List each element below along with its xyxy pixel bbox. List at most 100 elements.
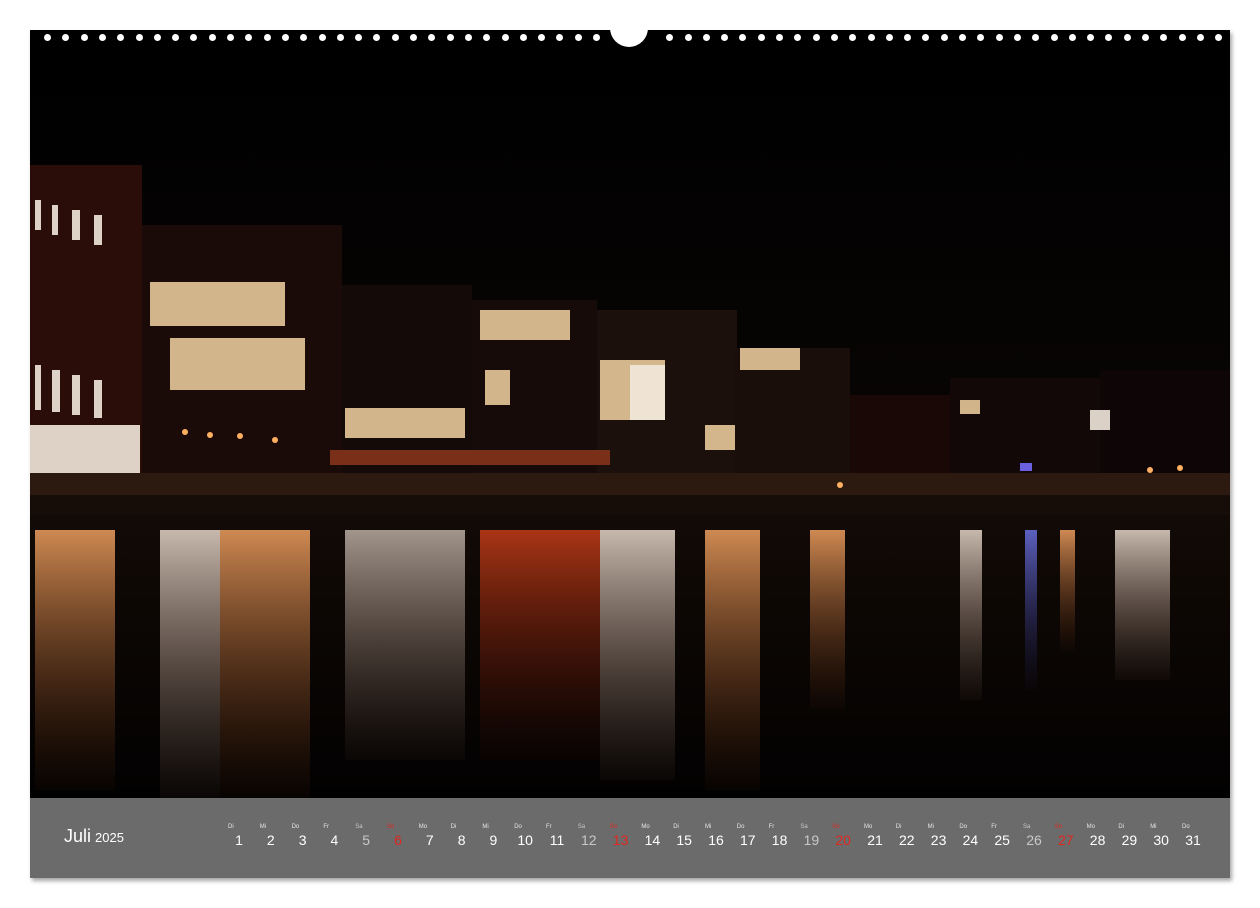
day-cell: Do 3: [288, 824, 318, 849]
binding-hole: [1032, 34, 1040, 41]
weekday-abbrev: Do: [514, 824, 522, 830]
weekday-abbrev: Di: [673, 824, 679, 830]
weekday-abbrev: Mo: [418, 824, 428, 830]
binding-hole: [263, 34, 271, 41]
day-number: 27: [1058, 832, 1074, 848]
binding-hole: [574, 34, 582, 41]
day-number: 31: [1185, 832, 1201, 848]
binding-hole: [885, 34, 893, 41]
day-row: Di 1 Mi 2 Do 3 Fr 4 Sa 5 So 6 Mo 7 Di 8 Mi 9 Do 10 Fr 11 Sa 12 S…: [224, 824, 1214, 854]
day-cell: So 6: [383, 824, 413, 849]
binding-hole: [117, 34, 125, 41]
day-cell: Sa 26: [1019, 824, 1049, 849]
day-number: 19: [803, 832, 820, 848]
day-number: 16: [708, 832, 724, 848]
weekday-abbrev: Sa: [577, 824, 586, 830]
binding-hole: [538, 34, 546, 41]
weekday-abbrev: Fr: [323, 824, 330, 830]
day-number: 11: [549, 832, 565, 848]
day-number: 14: [644, 832, 661, 848]
binding-hole: [410, 34, 417, 41]
weekday-abbrev: So: [832, 824, 840, 830]
binding-hole: [391, 34, 399, 41]
day-cell: Mo 21: [860, 824, 890, 849]
weekday-abbrev: So: [609, 824, 617, 830]
binding-hole: [1050, 34, 1058, 41]
day-number: 29: [1121, 832, 1138, 848]
weekday-abbrev: Sa: [1023, 824, 1031, 830]
day-cell: Sa 12: [574, 824, 604, 849]
binding-hole: [519, 34, 527, 41]
day-number: 20: [835, 832, 851, 848]
binding-hole: [1196, 34, 1204, 41]
weekday-abbrev: Fr: [768, 824, 775, 830]
day-cell: Do 31: [1178, 824, 1208, 849]
year-label: 2025: [95, 830, 124, 845]
day-number: 3: [298, 832, 307, 848]
weekday-abbrev: So: [387, 824, 395, 830]
day-cell: Mi 23: [924, 824, 954, 849]
day-number: 10: [517, 832, 533, 848]
binding-hole: [227, 34, 234, 41]
day-cell: Do 17: [733, 824, 763, 849]
binding-hole: [446, 34, 454, 41]
binding-hole: [1160, 34, 1168, 41]
day-cell: Fr 4: [319, 824, 349, 849]
weekday-abbrev: Mi: [705, 824, 712, 830]
binding-hole: [318, 34, 326, 41]
weekday-abbrev: Mi: [927, 824, 934, 830]
binding-hole: [1123, 34, 1131, 41]
weekday-abbrev: Mo: [641, 824, 650, 830]
calendar-page: Juli 2025 Di 1 Mi 2 Do 3 Fr 4 Sa 5 So 6 Mo 7 Di 8 Mi 9 Do 10…: [30, 30, 1230, 878]
binding-hole: [812, 34, 820, 41]
weekday-abbrev: Di: [1118, 824, 1125, 830]
binding-hole: [501, 34, 509, 41]
binding-hole: [959, 34, 966, 41]
day-cell: Fr 18: [765, 824, 795, 849]
binding-hole: [1087, 34, 1095, 41]
weekday-abbrev: Mi: [482, 824, 489, 830]
day-cell: Di 15: [669, 824, 699, 849]
day-cell: Mi 9: [478, 824, 508, 849]
binding-hole: [684, 34, 692, 41]
binding-hole: [867, 34, 875, 41]
binding-hole: [355, 34, 363, 41]
binding-hole: [904, 34, 912, 41]
binding-hole: [483, 34, 491, 41]
hanger-hook: [610, 25, 648, 47]
binding-hole: [977, 34, 985, 41]
weekday-abbrev: Do: [959, 824, 968, 830]
binding-hole: [776, 34, 783, 41]
binding-hole: [1013, 34, 1021, 41]
binding-hole: [702, 34, 710, 41]
binding-hole: [336, 34, 344, 41]
day-cell: Mo 28: [1083, 824, 1113, 849]
binding-hole: [172, 34, 180, 41]
weekday-abbrev: Di: [895, 824, 902, 830]
day-number: 22: [899, 832, 915, 848]
day-number: 28: [1089, 832, 1106, 848]
weekday-abbrev: Di: [450, 824, 457, 830]
day-cell: Di 29: [1114, 824, 1144, 849]
binding-hole: [794, 34, 802, 41]
day-number: 6: [394, 832, 402, 848]
binding-hole: [1105, 34, 1113, 41]
binding-hole: [373, 34, 381, 41]
day-cell: Mo 7: [415, 824, 445, 849]
photo-illustration: [30, 30, 1230, 798]
day-number: 30: [1153, 832, 1169, 848]
day-cell: Sa 19: [796, 824, 826, 849]
day-cell: Sa 5: [351, 824, 381, 849]
weekday-abbrev: Do: [1182, 824, 1190, 830]
harbour-night-photo: [30, 30, 1230, 798]
binding-hole: [556, 34, 564, 41]
wire-binding: [30, 25, 1230, 47]
weekday-abbrev: Di: [228, 824, 234, 830]
binding-hole: [281, 34, 289, 41]
weekday-abbrev: Sa: [800, 824, 808, 830]
day-number: 25: [994, 832, 1010, 848]
day-cell: Mi 2: [256, 824, 286, 849]
day-cell: Do 24: [955, 824, 985, 849]
binding-hole: [428, 34, 436, 41]
weekday-abbrev: Sa: [355, 824, 363, 830]
